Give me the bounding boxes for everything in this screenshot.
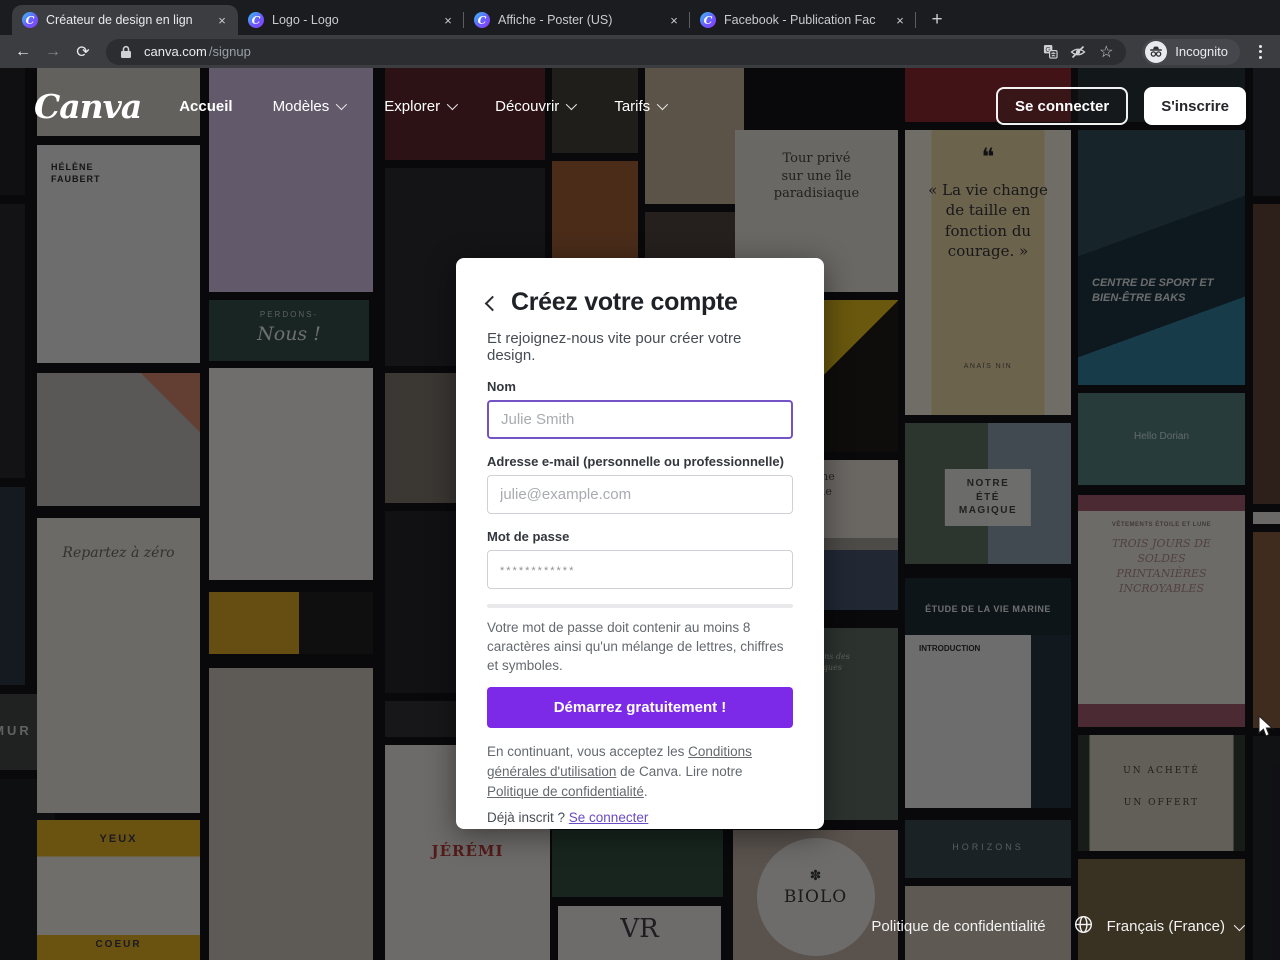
browser-tab[interactable]: C Affiche - Poster (US) ×: [464, 5, 690, 35]
canva-logo[interactable]: Canva: [34, 87, 142, 126]
address-bar[interactable]: canva.com/signup G ☆: [106, 38, 1127, 65]
canva-favicon-icon: C: [474, 12, 490, 28]
language-selector[interactable]: Français (France): [1106, 918, 1246, 935]
password-hint: Votre mot de passe doit contenir au moin…: [487, 620, 784, 674]
canva-favicon-icon: C: [700, 12, 716, 28]
modal-title: Créez votre compte: [511, 288, 738, 316]
reload-icon[interactable]: ⟳: [70, 39, 96, 65]
forward-icon[interactable]: →: [40, 39, 66, 65]
url-path: /signup: [208, 44, 251, 59]
canva-favicon-icon: C: [22, 12, 38, 28]
password-input[interactable]: [487, 550, 793, 589]
nav-item-explorer[interactable]: Explorer: [384, 97, 459, 115]
login-button[interactable]: Se connecter: [996, 87, 1129, 125]
tab-close-button[interactable]: ×: [214, 12, 230, 28]
incognito-label: Incognito: [1175, 44, 1228, 59]
tab-title: Affiche - Poster (US): [498, 13, 613, 27]
nav-item-label: Découvrir: [495, 97, 560, 115]
nav-item-label: Tarifs: [614, 97, 651, 115]
lock-icon: [116, 42, 136, 62]
mouse-cursor: [1258, 714, 1278, 743]
nav-item-modeles[interactable]: Modèles: [272, 97, 348, 115]
tab-close-button[interactable]: ×: [440, 12, 456, 28]
bookmark-star-icon[interactable]: ☆: [1096, 42, 1116, 62]
legal-prefix: En continuant, vous acceptez les: [487, 744, 689, 760]
login-row: Déjà inscrit ? Se connecter: [487, 810, 793, 825]
browser-tab[interactable]: C Créateur de design en lign ×: [12, 5, 238, 35]
browser-tab[interactable]: C Facebook - Publication Fac ×: [690, 5, 916, 35]
tab-title: Facebook - Publication Fac: [724, 13, 876, 27]
tab-close-button[interactable]: ×: [666, 12, 682, 28]
globe-icon: [1074, 915, 1093, 938]
nav-item-label: Explorer: [384, 97, 441, 115]
name-label: Nom: [487, 379, 516, 394]
site-header: Canva Accueil Modèles Explorer Découvrir Tar…: [0, 68, 1280, 144]
name-input[interactable]: [487, 400, 793, 439]
main-nav: Accueil Modèles Explorer Découvrir Tarifs: [179, 98, 958, 115]
browser-chrome: C Créateur de design en lign × C Logo - Logo…: [0, 0, 1280, 68]
url-host: canva.com: [144, 44, 207, 59]
login-prompt: Déjà inscrit ?: [487, 810, 569, 826]
chevron-down-icon: [446, 98, 459, 111]
tab-close-button[interactable]: ×: [892, 12, 908, 28]
back-chevron-icon[interactable]: [484, 295, 501, 312]
nav-item-label: Accueil: [179, 97, 233, 115]
password-label: Mot de passe: [487, 529, 570, 544]
signup-button[interactable]: S'inscrire: [1144, 87, 1246, 125]
email-input[interactable]: [487, 475, 793, 514]
canva-favicon-icon: C: [248, 12, 264, 28]
legal-suffix: .: [643, 783, 648, 799]
password-strength-bar: [487, 604, 793, 608]
email-label: Adresse e-mail (personnelle ou professio…: [487, 454, 784, 469]
incognito-icon: [1145, 40, 1168, 63]
nav-item-tarifs[interactable]: Tarifs: [614, 97, 669, 115]
tab-strip: C Créateur de design en lign × C Logo - Logo…: [0, 0, 1280, 35]
nav-item-accueil[interactable]: Accueil: [179, 98, 232, 115]
canva-signup-page: MURHÉLÈNE FAUBERTRepartez à zéroYEUXCOEU…: [0, 68, 1280, 960]
tab-title: Logo - Logo: [272, 13, 339, 27]
browser-toolbar: ← → ⟳ canva.com/signup G ☆ Incognito: [0, 35, 1280, 68]
incognito-badge[interactable]: Incognito: [1142, 38, 1240, 65]
page-footer: Politique de confidentialité Français (F…: [871, 915, 1246, 938]
privacy-policy-link[interactable]: Politique de confidentialité: [487, 784, 644, 799]
language-label: Français (France): [1106, 918, 1225, 935]
modal-subtitle: Et rejoignez-nous vite pour créer votre …: [487, 330, 742, 364]
login-link[interactable]: Se connecter: [569, 810, 649, 825]
legal-mid: de Canva. Lire notre: [616, 764, 743, 780]
tab-title: Créateur de design en lign: [46, 13, 193, 27]
menu-dots-icon[interactable]: [1250, 40, 1270, 64]
browser-tab[interactable]: C Logo - Logo ×: [238, 5, 464, 35]
nav-item-decouvrir[interactable]: Découvrir: [495, 97, 578, 115]
chevron-down-icon: [336, 98, 348, 111]
back-icon[interactable]: ←: [10, 39, 36, 65]
submit-button[interactable]: Démarrez gratuitement !: [487, 687, 793, 729]
nav-item-label: Modèles: [272, 97, 330, 115]
footer-privacy-link[interactable]: Politique de confidentialité: [871, 918, 1045, 935]
chevron-down-icon: [656, 98, 669, 111]
chevron-down-icon: [566, 98, 578, 111]
legal-text: En continuant, vous acceptez les Conditi…: [487, 742, 793, 801]
signup-modal: Créez votre compte Et rejoignez-nous vit…: [456, 258, 824, 829]
new-tab-button[interactable]: +: [924, 7, 950, 33]
eye-slash-icon[interactable]: [1068, 42, 1088, 62]
translate-icon[interactable]: G: [1040, 42, 1060, 62]
